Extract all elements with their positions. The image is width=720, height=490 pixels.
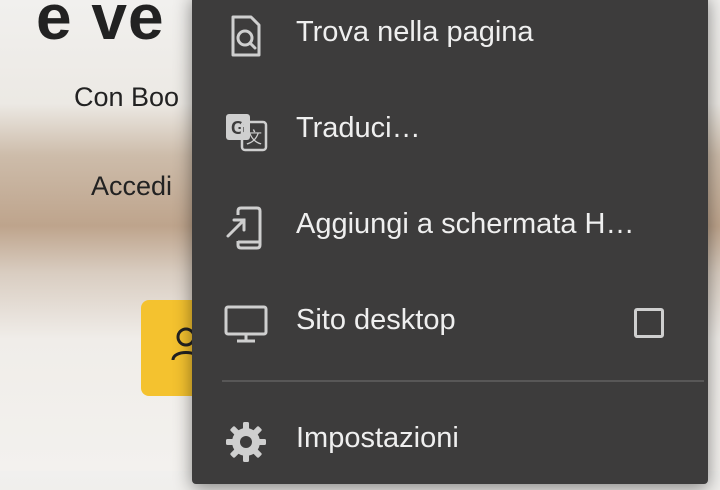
translate-icon: G 文 (226, 114, 268, 152)
menu-item-desktop-site[interactable]: Sito desktop (192, 276, 708, 372)
desktop-site-checkbox[interactable] (634, 308, 664, 338)
page-login-text: Accedi (91, 171, 173, 201)
menu-item-settings[interactable]: Impostazioni (192, 394, 708, 490)
find-in-page-icon (231, 15, 261, 57)
menu-item-label: Aggiungi a schermata H… (296, 208, 635, 240)
menu-item-add-to-home-screen[interactable]: Aggiungi a schermata H… (192, 180, 708, 276)
settings-gear-icon (226, 422, 266, 462)
menu-item-label: Impostazioni (296, 422, 459, 454)
page-subtitle: Con Boo (74, 82, 180, 112)
menu-item-label: Traduci… (296, 112, 421, 144)
menu-item-translate[interactable]: G 文 Traduci… (192, 84, 708, 180)
menu-item-label: Sito desktop (296, 304, 456, 336)
menu-item-label: Trova nella pagina (296, 16, 534, 48)
svg-text:文: 文 (246, 128, 262, 147)
menu-item-find-in-page[interactable]: Trova nella pagina (192, 0, 708, 84)
add-to-home-screen-icon (226, 206, 262, 250)
browser-overflow-menu: Trova nella pagina G 文 Traduci… Aggiungi… (192, 0, 708, 484)
page-heading: e ve (36, 0, 165, 53)
desktop-icon (224, 305, 268, 343)
menu-divider (222, 380, 704, 382)
